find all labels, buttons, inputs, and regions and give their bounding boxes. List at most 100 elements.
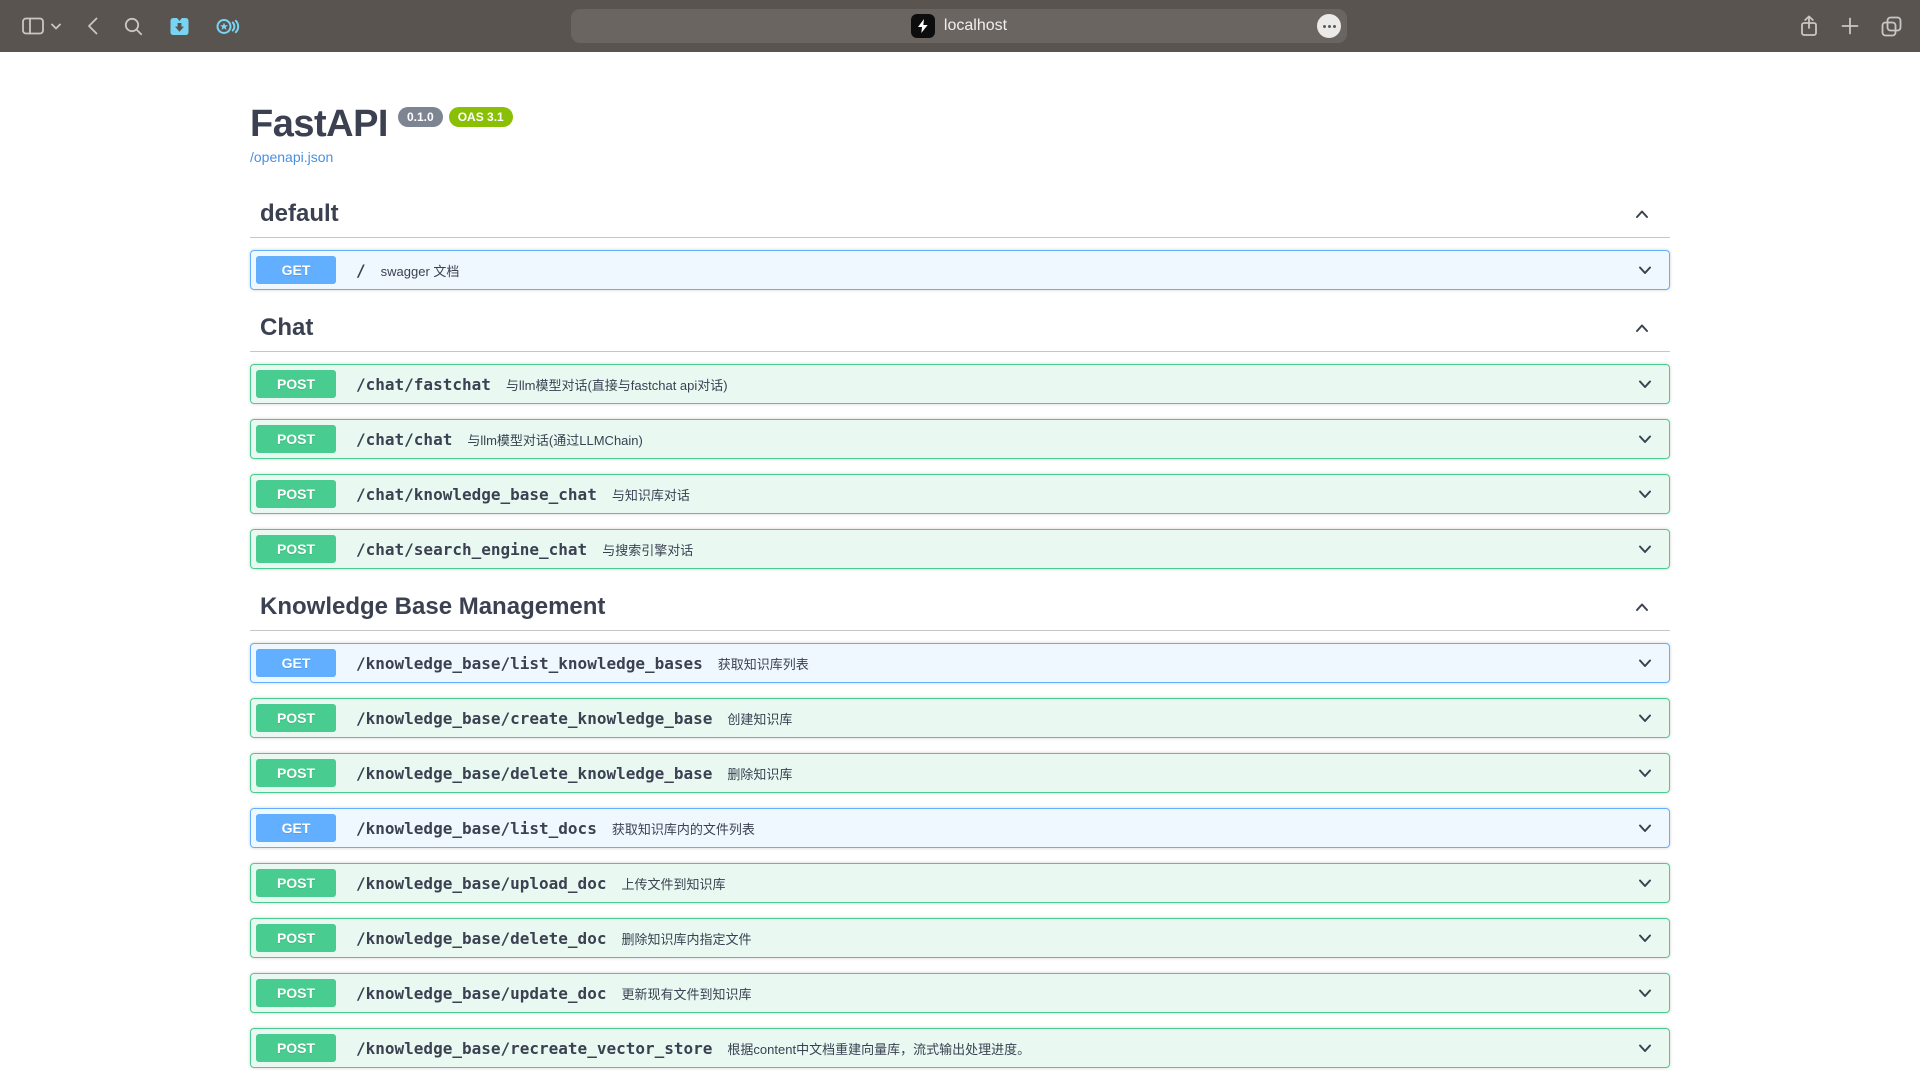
section-collapse-button[interactable] [1632,318,1652,338]
operation-row[interactable]: POST/knowledge_base/delete_doc 删除知识库内指定文件 [250,918,1670,958]
operation-expand-button[interactable] [1635,763,1655,783]
operation-row[interactable]: POST/chat/chat与llm模型对话(通过LLMChain) [250,419,1670,459]
method-badge: POST [256,1034,336,1062]
operation-expand-button[interactable] [1635,928,1655,948]
lightning-bolt-icon [915,18,931,34]
api-section-chat: Chat POST/chat/fastchat与llm模型对话(直接与fastch… [250,305,1670,569]
chevron-down-icon [1635,763,1655,783]
section-collapse-button[interactable] [1632,597,1652,617]
operation-row[interactable]: GET/swagger 文档 [250,250,1670,290]
chevron-down-icon [1635,429,1655,449]
operation-list: POST/chat/fastchat与llm模型对话(直接与fastchat a… [250,352,1670,569]
address-bar-more-button[interactable] [1317,14,1341,38]
plus-icon [1841,17,1859,35]
page-title: FastAPI [250,102,388,146]
operation-summary: 删除知识库 [727,764,1635,783]
operation-path: /chat/knowledge_base_chat [356,485,597,504]
operation-expand-button[interactable] [1635,429,1655,449]
section-title: Knowledge Base Management [260,594,605,620]
api-section-knowledge-base-management: Knowledge Base Management GET/knowledge_b… [250,584,1670,1068]
sidebar-icon [22,17,44,35]
address-bar[interactable]: localhost [571,9,1347,43]
operation-summary: 与llm模型对话(直接与fastchat api对话) [506,375,1635,394]
operation-expand-button[interactable] [1635,1038,1655,1058]
operation-expand-button[interactable] [1635,260,1655,280]
version-badge: 0.1.0 [398,107,443,127]
section-title: default [260,201,339,227]
operation-path: /knowledge_base/recreate_vector_store [356,1039,712,1058]
operation-expand-button[interactable] [1635,818,1655,838]
bookmark-extension-button[interactable] [169,17,190,36]
chevron-down-icon [1635,374,1655,394]
browser-toolbar: localhost [0,0,1920,52]
operation-summary: 与知识库对话 [612,485,1635,504]
chevron-down-icon [1635,484,1655,504]
section-header-knowledge-base-management[interactable]: Knowledge Base Management [250,584,1670,631]
search-button[interactable] [124,17,143,36]
operation-expand-button[interactable] [1635,539,1655,559]
section-header-default[interactable]: default [250,191,1670,238]
openapi-spec-link[interactable]: /openapi.json [250,148,333,166]
operation-expand-button[interactable] [1635,708,1655,728]
chevron-down-icon [1635,928,1655,948]
chevron-down-icon [1635,983,1655,1003]
broadcast-extension-button[interactable] [216,17,240,36]
sidebar-menu-button[interactable] [51,23,61,30]
operation-path: /knowledge_base/update_doc [356,984,606,1003]
operation-summary: 创建知识库 [727,709,1635,728]
share-button[interactable] [1799,15,1819,37]
operation-summary: 根据content中文档重建向量库，流式输出处理进度。 [727,1039,1635,1058]
method-badge: POST [256,979,336,1007]
operation-path: /knowledge_base/delete_doc [356,929,606,948]
operation-row[interactable]: GET/knowledge_base/list_docs获取知识库内的文件列表 [250,808,1670,848]
operation-expand-button[interactable] [1635,653,1655,673]
section-collapse-button[interactable] [1632,204,1652,224]
operation-row[interactable]: POST/chat/knowledge_base_chat 与知识库对话 [250,474,1670,514]
sidebar-toggle-button[interactable] [22,17,44,35]
operation-summary: 与搜索引擎对话 [602,540,1635,559]
new-tab-button[interactable] [1841,17,1859,35]
operation-list: GET/swagger 文档 [250,238,1670,290]
chevron-up-icon [1632,204,1652,224]
operation-expand-button[interactable] [1635,873,1655,893]
operation-row[interactable]: POST/knowledge_base/delete_knowledge_bas… [250,753,1670,793]
method-badge: POST [256,924,336,952]
method-badge: GET [256,256,336,284]
operation-path: /knowledge_base/create_knowledge_base [356,709,712,728]
chevron-down-icon [1635,818,1655,838]
tab-overview-button[interactable] [1881,16,1902,37]
operation-expand-button[interactable] [1635,484,1655,504]
chevron-down-icon [1635,260,1655,280]
operation-summary: 上传文件到知识库 [621,874,1635,893]
method-badge: POST [256,704,336,732]
operation-path: /chat/search_engine_chat [356,540,587,559]
operation-summary: 删除知识库内指定文件 [621,929,1635,948]
back-button[interactable] [87,17,98,35]
chevron-down-icon [1635,873,1655,893]
broadcast-extension-icon [216,17,240,36]
operation-row[interactable]: POST/chat/search_engine_chat与搜索引擎对话 [250,529,1670,569]
operation-row[interactable]: POST/knowledge_base/create_knowledge_bas… [250,698,1670,738]
back-arrow-icon [87,17,98,35]
bookmark-extension-icon [169,17,190,36]
chevron-down-icon [1635,653,1655,673]
method-badge: POST [256,480,336,508]
operation-expand-button[interactable] [1635,374,1655,394]
operation-list: GET/knowledge_base/list_knowledge_bases获… [250,631,1670,1068]
operation-summary: 与llm模型对话(通过LLMChain) [467,430,1635,449]
operation-path: /knowledge_base/upload_doc [356,874,606,893]
operation-row[interactable]: POST/knowledge_base/update_doc更新现有文件到知识库 [250,973,1670,1013]
method-badge: GET [256,649,336,677]
operation-row[interactable]: POST/knowledge_base/recreate_vector_stor… [250,1028,1670,1068]
operation-row[interactable]: POST/chat/fastchat与llm模型对话(直接与fastchat a… [250,364,1670,404]
chevron-up-icon [1632,318,1652,338]
operation-row[interactable]: POST/knowledge_base/upload_doc上传文件到知识库 [250,863,1670,903]
swagger-page: FastAPI 0.1.0 OAS 3.1 /openapi.json defa… [0,52,1920,1080]
api-info: FastAPI 0.1.0 OAS 3.1 /openapi.json [250,102,1670,167]
method-badge: GET [256,814,336,842]
operation-expand-button[interactable] [1635,983,1655,1003]
method-badge: POST [256,425,336,453]
section-header-chat[interactable]: Chat [250,305,1670,352]
operation-row[interactable]: GET/knowledge_base/list_knowledge_bases获… [250,643,1670,683]
address-bar-host: localhost [944,17,1007,35]
